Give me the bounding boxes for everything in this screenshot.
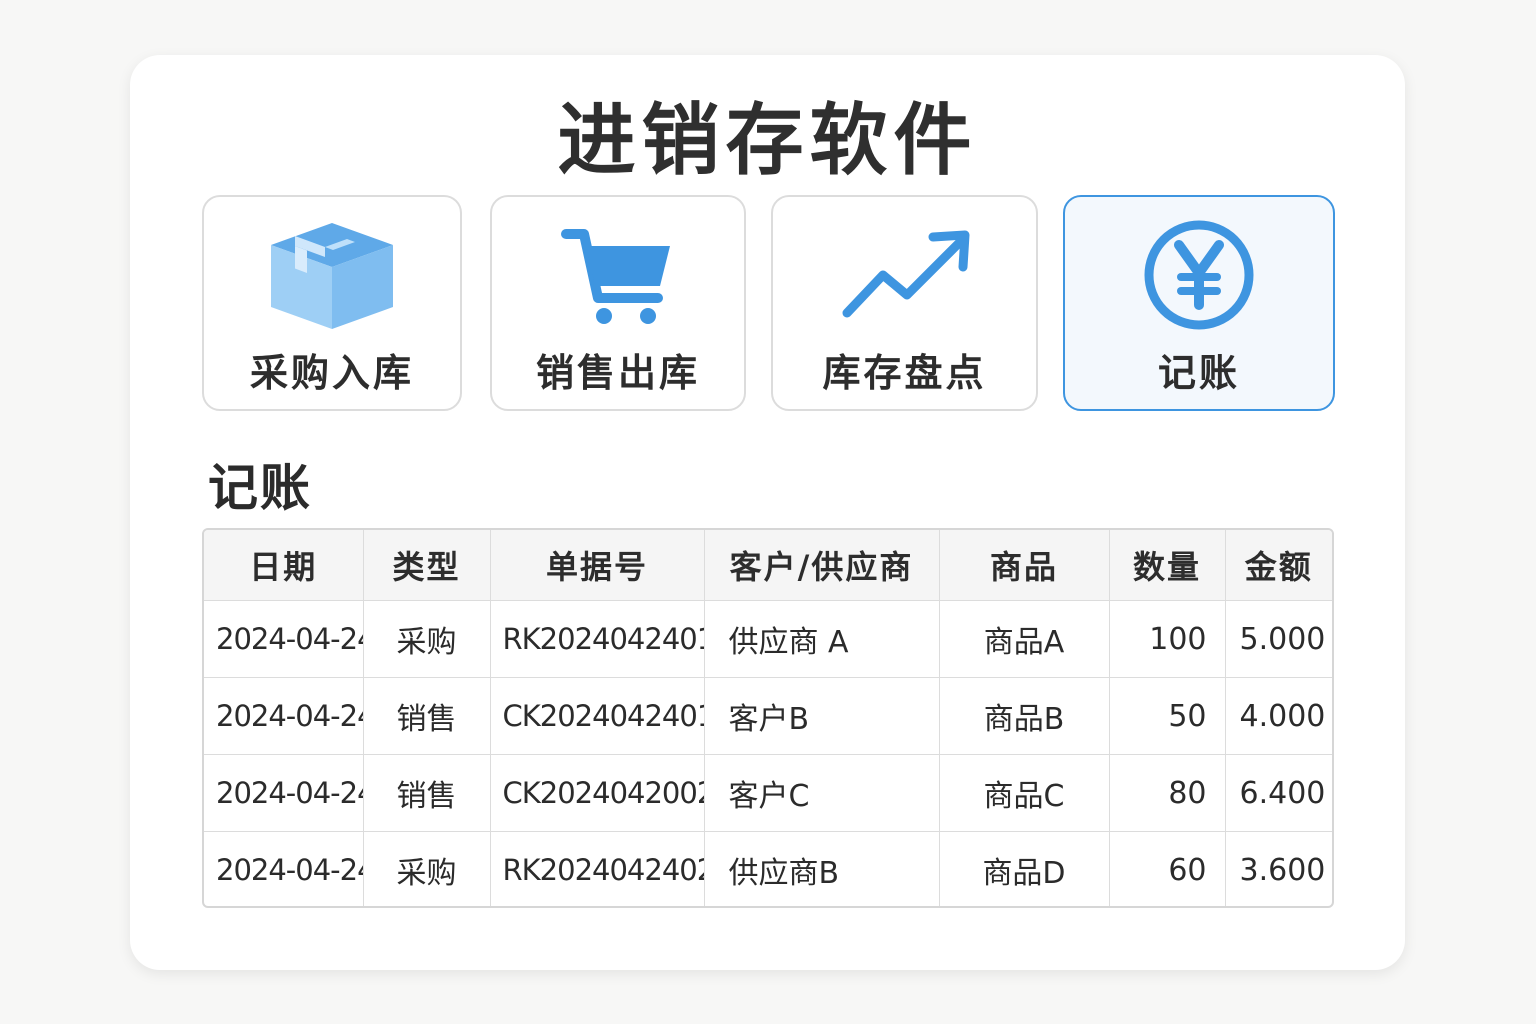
- cell-amount: 6.400: [1224, 754, 1332, 832]
- table-row[interactable]: 2024-04-24 销售 CK2024042401 客户B 商品B 50 4.…: [204, 677, 1332, 755]
- module-purchase-in[interactable]: 采购入库: [202, 195, 462, 411]
- column-header-date[interactable]: 日期: [204, 530, 364, 601]
- cell-qty: 80: [1108, 754, 1226, 832]
- cell-amount: 3.600: [1224, 831, 1332, 906]
- box-icon: [204, 217, 460, 332]
- ledger-table: 日期 类型 单据号 客户/供应商 商品 数量 金额 2024-04-24 采购 …: [202, 528, 1334, 908]
- yen-coin-icon: [1065, 217, 1333, 332]
- cell-party: 客户B: [703, 677, 940, 755]
- cell-qty: 60: [1108, 831, 1226, 906]
- table-row[interactable]: 2024-04-24 采购 RK2024042401 供应商 A 商品A 100…: [204, 600, 1332, 678]
- cell-type: 销售: [362, 677, 491, 755]
- table-row[interactable]: 2024-04-24 销售 CK2024042002 客户C 商品C 80 6.…: [204, 754, 1332, 832]
- cell-goods: 商品B: [938, 677, 1110, 755]
- cell-type: 销售: [362, 754, 491, 832]
- cell-amount: 5.000: [1224, 600, 1332, 678]
- cell-date: 2024-04-24: [204, 754, 364, 832]
- cell-party: 供应商B: [703, 831, 940, 906]
- module-label: 库存盘点: [822, 351, 987, 395]
- cell-type: 采购: [362, 831, 491, 906]
- cell-date: 2024-04-24: [204, 831, 364, 906]
- cell-qty: 50: [1108, 677, 1226, 755]
- cell-party: 客户C: [703, 754, 940, 832]
- cell-goods: 商品A: [938, 600, 1110, 678]
- cell-doc-no: RK2024042402: [489, 831, 705, 906]
- module-sales-out[interactable]: 销售出库: [490, 195, 746, 411]
- cell-amount: 4.000: [1224, 677, 1332, 755]
- column-header-qty[interactable]: 数量: [1108, 530, 1226, 601]
- cell-party: 供应商 A: [703, 600, 940, 678]
- cell-goods: 商品D: [938, 831, 1110, 906]
- table-row[interactable]: 2024-04-24 采购 RK2024042402 供应商B 商品D 60 3…: [204, 831, 1332, 906]
- cell-doc-no: CK2024042002: [489, 754, 705, 832]
- column-header-goods[interactable]: 商品: [938, 530, 1110, 601]
- cell-type: 采购: [362, 600, 491, 678]
- column-header-doc-no[interactable]: 单据号: [489, 530, 705, 601]
- module-bookkeeping[interactable]: 记账: [1063, 195, 1335, 411]
- trend-up-icon: [773, 217, 1036, 332]
- app-title: 进销存软件: [557, 96, 978, 186]
- cell-qty: 100: [1108, 600, 1226, 678]
- cell-date: 2024-04-24: [204, 600, 364, 678]
- cell-date: 2024-04-24: [204, 677, 364, 755]
- column-header-amount[interactable]: 金额: [1224, 530, 1332, 601]
- column-header-type[interactable]: 类型: [362, 530, 491, 601]
- cell-doc-no: CK2024042401: [489, 677, 705, 755]
- column-header-party[interactable]: 客户/供应商: [703, 530, 940, 601]
- cell-goods: 商品C: [938, 754, 1110, 832]
- module-label: 采购入库: [249, 351, 414, 395]
- cart-icon: [492, 217, 744, 332]
- section-title: 记账: [208, 459, 312, 517]
- module-inventory-count[interactable]: 库存盘点: [771, 195, 1038, 411]
- table-header-row: 日期 类型 单据号 客户/供应商 商品 数量 金额: [204, 530, 1332, 601]
- module-label: 记账: [1157, 351, 1240, 395]
- cell-doc-no: RK2024042401: [489, 600, 705, 678]
- module-label: 销售出库: [535, 351, 700, 395]
